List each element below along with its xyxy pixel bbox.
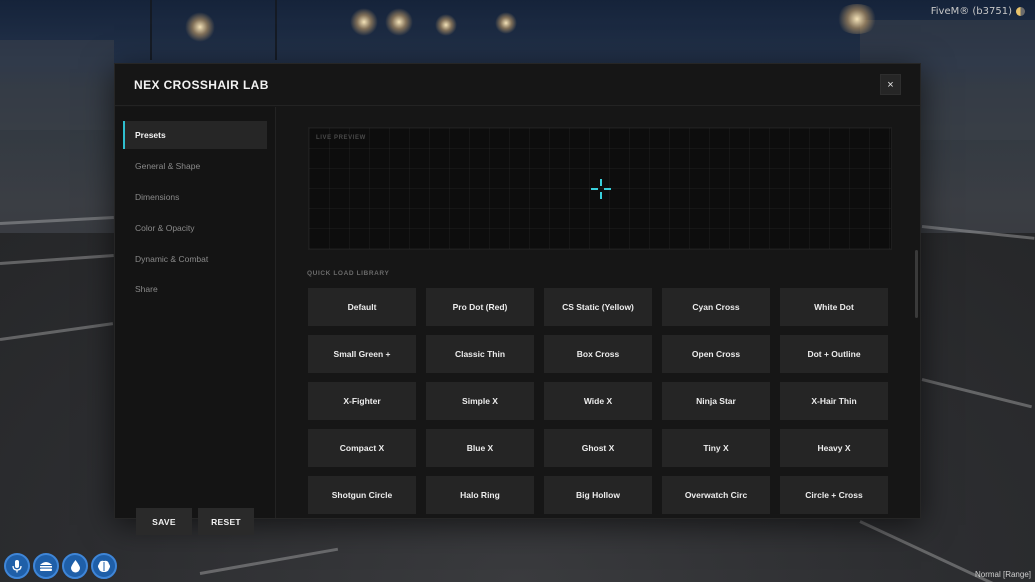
preset-button[interactable]: X-Fighter <box>308 382 416 420</box>
quick-load-library-label: QUICK LOAD LIBRARY <box>307 270 390 277</box>
preset-button[interactable]: Shotgun Circle <box>308 476 416 514</box>
moon-icon <box>1016 7 1025 16</box>
preset-button[interactable]: Compact X <box>308 429 416 467</box>
preset-button[interactable]: Tiny X <box>662 429 770 467</box>
sidebar-item-share[interactable]: Share <box>123 275 267 303</box>
preset-button[interactable]: Ninja Star <box>662 382 770 420</box>
street-light <box>185 12 215 42</box>
voice-range-status: Normal [Range] <box>974 570 1031 579</box>
street-light <box>495 12 517 34</box>
preset-button[interactable]: Blue X <box>426 429 534 467</box>
sidebar-item-color-opacity[interactable]: Color & Opacity <box>123 214 267 242</box>
preset-button[interactable]: Circle + Cross <box>780 476 888 514</box>
preset-button[interactable]: White Dot <box>780 288 888 326</box>
preset-button[interactable]: Default <box>308 288 416 326</box>
microphone-icon <box>4 553 30 579</box>
sidebar-item-dynamic-combat[interactable]: Dynamic & Combat <box>123 245 267 273</box>
road-marking <box>0 216 114 225</box>
modal-title: NEX CROSSHAIR LAB <box>134 77 269 92</box>
preset-button[interactable]: Overwatch Circ <box>662 476 770 514</box>
preset-button[interactable]: Heavy X <box>780 429 888 467</box>
crosshair-lab-modal: NEX CROSSHAIR LAB × Presets General & Sh… <box>114 63 921 535</box>
preset-button[interactable]: Dot + Outline <box>780 335 888 373</box>
sidebar-item-general-shape[interactable]: General & Shape <box>123 152 267 180</box>
preset-button[interactable]: Simple X <box>426 382 534 420</box>
settings-sidebar: Presets General & Shape Dimensions Color… <box>115 107 276 535</box>
street-light <box>435 14 457 36</box>
preset-button[interactable]: Halo Ring <box>426 476 534 514</box>
street-pole <box>275 0 277 60</box>
live-preview: LIVE PREVIEW <box>308 127 892 250</box>
burger-icon <box>33 553 59 579</box>
brain-icon <box>91 553 117 579</box>
preset-button[interactable]: Open Cross <box>662 335 770 373</box>
modal-header: NEX CROSSHAIR LAB × <box>115 64 920 106</box>
preset-button[interactable]: Pro Dot (Red) <box>426 288 534 326</box>
content-scrollbar[interactable] <box>915 250 918 318</box>
preset-button[interactable]: Ghost X <box>544 429 652 467</box>
preset-library-grid: Default Pro Dot (Red) CS Static (Yellow) Cy… <box>308 288 888 514</box>
street-pole <box>150 0 152 60</box>
hud-status-bar <box>4 553 117 579</box>
street-light <box>835 4 879 34</box>
presets-panel: LIVE PREVIEW QUICK LOAD LIBRARY Default P… <box>277 107 920 518</box>
close-button[interactable]: × <box>880 74 901 95</box>
preset-button[interactable]: Wide X <box>544 382 652 420</box>
water-drop-icon <box>62 553 88 579</box>
preset-button[interactable]: Big Hollow <box>544 476 652 514</box>
sidebar-item-presets[interactable]: Presets <box>123 121 267 149</box>
preset-button[interactable]: Box Cross <box>544 335 652 373</box>
save-button[interactable]: SAVE <box>136 508 192 535</box>
preset-button[interactable]: Cyan Cross <box>662 288 770 326</box>
preset-button[interactable]: CS Static (Yellow) <box>544 288 652 326</box>
live-preview-label: LIVE PREVIEW <box>316 135 366 141</box>
sidebar-item-dimensions[interactable]: Dimensions <box>123 183 267 211</box>
street-light <box>350 8 378 36</box>
client-version-label: FiveM® (b3751) <box>931 6 1025 17</box>
client-version-text: FiveM® (b3751) <box>930 6 1012 17</box>
reset-button[interactable]: RESET <box>198 508 254 535</box>
preset-button[interactable]: Classic Thin <box>426 335 534 373</box>
street-light <box>385 8 413 36</box>
preset-button[interactable]: X-Hair Thin <box>780 382 888 420</box>
preset-button[interactable]: Small Green + <box>308 335 416 373</box>
crosshair-preview <box>591 179 611 199</box>
building <box>0 40 114 130</box>
